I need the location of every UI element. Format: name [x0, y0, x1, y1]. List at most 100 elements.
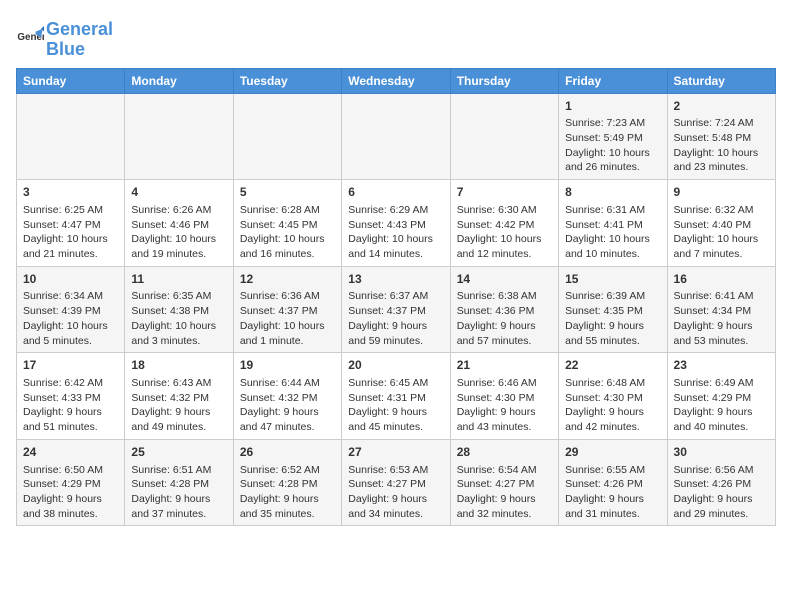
day-content: Daylight: 9 hours and 47 minutes. [240, 405, 335, 434]
day-number: 15 [565, 271, 660, 288]
day-content: Sunset: 4:33 PM [23, 391, 118, 406]
day-content: Daylight: 10 hours and 23 minutes. [674, 146, 769, 175]
day-content: Sunset: 4:41 PM [565, 218, 660, 233]
day-content: Sunset: 4:26 PM [674, 477, 769, 492]
day-content: Sunset: 4:37 PM [348, 304, 443, 319]
day-content: Sunset: 5:49 PM [565, 131, 660, 146]
calendar-cell [342, 93, 450, 180]
day-content: Daylight: 9 hours and 53 minutes. [674, 319, 769, 348]
day-number: 23 [674, 357, 769, 374]
day-number: 8 [565, 184, 660, 201]
day-content: Daylight: 9 hours and 31 minutes. [565, 492, 660, 521]
calendar-cell: 20Sunrise: 6:45 AMSunset: 4:31 PMDayligh… [342, 353, 450, 440]
day-content: Sunset: 4:39 PM [23, 304, 118, 319]
calendar-week-5: 24Sunrise: 6:50 AMSunset: 4:29 PMDayligh… [17, 439, 776, 526]
day-content: Sunset: 4:35 PM [565, 304, 660, 319]
day-content: Sunrise: 6:36 AM [240, 289, 335, 304]
day-content: Daylight: 10 hours and 14 minutes. [348, 232, 443, 261]
calendar-cell: 27Sunrise: 6:53 AMSunset: 4:27 PMDayligh… [342, 439, 450, 526]
calendar-cell: 1Sunrise: 7:23 AMSunset: 5:49 PMDaylight… [559, 93, 667, 180]
day-number: 16 [674, 271, 769, 288]
day-number: 19 [240, 357, 335, 374]
day-number: 4 [131, 184, 226, 201]
day-content: Sunrise: 6:38 AM [457, 289, 552, 304]
calendar-cell: 16Sunrise: 6:41 AMSunset: 4:34 PMDayligh… [667, 266, 775, 353]
day-content: Sunrise: 6:26 AM [131, 203, 226, 218]
day-content: Daylight: 9 hours and 42 minutes. [565, 405, 660, 434]
calendar-cell: 21Sunrise: 6:46 AMSunset: 4:30 PMDayligh… [450, 353, 558, 440]
day-content: Sunset: 4:43 PM [348, 218, 443, 233]
calendar-cell: 3Sunrise: 6:25 AMSunset: 4:47 PMDaylight… [17, 180, 125, 267]
day-header-friday: Friday [559, 68, 667, 93]
logo-text: GeneralBlue [46, 20, 113, 60]
day-content: Sunrise: 6:52 AM [240, 463, 335, 478]
day-content: Daylight: 9 hours and 49 minutes. [131, 405, 226, 434]
day-number: 17 [23, 357, 118, 374]
day-number: 30 [674, 444, 769, 461]
day-content: Sunset: 4:28 PM [131, 477, 226, 492]
day-content: Daylight: 9 hours and 37 minutes. [131, 492, 226, 521]
calendar-cell [233, 93, 341, 180]
day-content: Sunset: 4:28 PM [240, 477, 335, 492]
calendar-cell: 28Sunrise: 6:54 AMSunset: 4:27 PMDayligh… [450, 439, 558, 526]
day-content: Sunrise: 6:50 AM [23, 463, 118, 478]
day-number: 21 [457, 357, 552, 374]
day-number: 27 [348, 444, 443, 461]
day-content: Sunrise: 6:39 AM [565, 289, 660, 304]
calendar-cell [125, 93, 233, 180]
day-number: 9 [674, 184, 769, 201]
day-content: Sunrise: 6:28 AM [240, 203, 335, 218]
calendar-cell: 12Sunrise: 6:36 AMSunset: 4:37 PMDayligh… [233, 266, 341, 353]
day-content: Daylight: 10 hours and 12 minutes. [457, 232, 552, 261]
day-header-saturday: Saturday [667, 68, 775, 93]
day-content: Sunset: 4:34 PM [674, 304, 769, 319]
logo-blue: Blue [46, 39, 85, 59]
day-content: Sunrise: 6:51 AM [131, 463, 226, 478]
day-number: 5 [240, 184, 335, 201]
day-content: Daylight: 9 hours and 45 minutes. [348, 405, 443, 434]
day-number: 24 [23, 444, 118, 461]
day-content: Sunset: 4:46 PM [131, 218, 226, 233]
day-number: 29 [565, 444, 660, 461]
day-content: Sunrise: 6:43 AM [131, 376, 226, 391]
calendar-cell: 17Sunrise: 6:42 AMSunset: 4:33 PMDayligh… [17, 353, 125, 440]
day-content: Daylight: 9 hours and 34 minutes. [348, 492, 443, 521]
day-content: Sunrise: 6:44 AM [240, 376, 335, 391]
calendar-cell: 25Sunrise: 6:51 AMSunset: 4:28 PMDayligh… [125, 439, 233, 526]
day-content: Sunset: 4:32 PM [240, 391, 335, 406]
day-content: Sunset: 4:42 PM [457, 218, 552, 233]
calendar-week-4: 17Sunrise: 6:42 AMSunset: 4:33 PMDayligh… [17, 353, 776, 440]
calendar-cell [17, 93, 125, 180]
day-number: 1 [565, 98, 660, 115]
day-header-tuesday: Tuesday [233, 68, 341, 93]
day-content: Sunrise: 6:31 AM [565, 203, 660, 218]
day-content: Sunrise: 6:45 AM [348, 376, 443, 391]
calendar-cell: 2Sunrise: 7:24 AMSunset: 5:48 PMDaylight… [667, 93, 775, 180]
calendar-week-1: 1Sunrise: 7:23 AMSunset: 5:49 PMDaylight… [17, 93, 776, 180]
day-content: Sunrise: 6:30 AM [457, 203, 552, 218]
calendar-header-row: SundayMondayTuesdayWednesdayThursdayFrid… [17, 68, 776, 93]
calendar-cell: 14Sunrise: 6:38 AMSunset: 4:36 PMDayligh… [450, 266, 558, 353]
day-number: 3 [23, 184, 118, 201]
day-content: Sunset: 4:45 PM [240, 218, 335, 233]
calendar-cell: 11Sunrise: 6:35 AMSunset: 4:38 PMDayligh… [125, 266, 233, 353]
logo: General GeneralBlue [16, 20, 113, 60]
day-header-monday: Monday [125, 68, 233, 93]
day-content: Sunrise: 6:48 AM [565, 376, 660, 391]
day-content: Daylight: 10 hours and 26 minutes. [565, 146, 660, 175]
day-content: Daylight: 10 hours and 10 minutes. [565, 232, 660, 261]
day-content: Daylight: 9 hours and 57 minutes. [457, 319, 552, 348]
logo-icon: General [16, 26, 44, 54]
day-content: Daylight: 9 hours and 59 minutes. [348, 319, 443, 348]
day-content: Daylight: 10 hours and 7 minutes. [674, 232, 769, 261]
calendar-cell: 4Sunrise: 6:26 AMSunset: 4:46 PMDaylight… [125, 180, 233, 267]
day-content: Sunset: 4:29 PM [674, 391, 769, 406]
day-number: 11 [131, 271, 226, 288]
day-content: Daylight: 10 hours and 3 minutes. [131, 319, 226, 348]
day-content: Sunset: 4:30 PM [457, 391, 552, 406]
calendar-week-3: 10Sunrise: 6:34 AMSunset: 4:39 PMDayligh… [17, 266, 776, 353]
day-content: Daylight: 10 hours and 16 minutes. [240, 232, 335, 261]
day-content: Sunset: 4:26 PM [565, 477, 660, 492]
calendar-cell: 26Sunrise: 6:52 AMSunset: 4:28 PMDayligh… [233, 439, 341, 526]
day-number: 7 [457, 184, 552, 201]
